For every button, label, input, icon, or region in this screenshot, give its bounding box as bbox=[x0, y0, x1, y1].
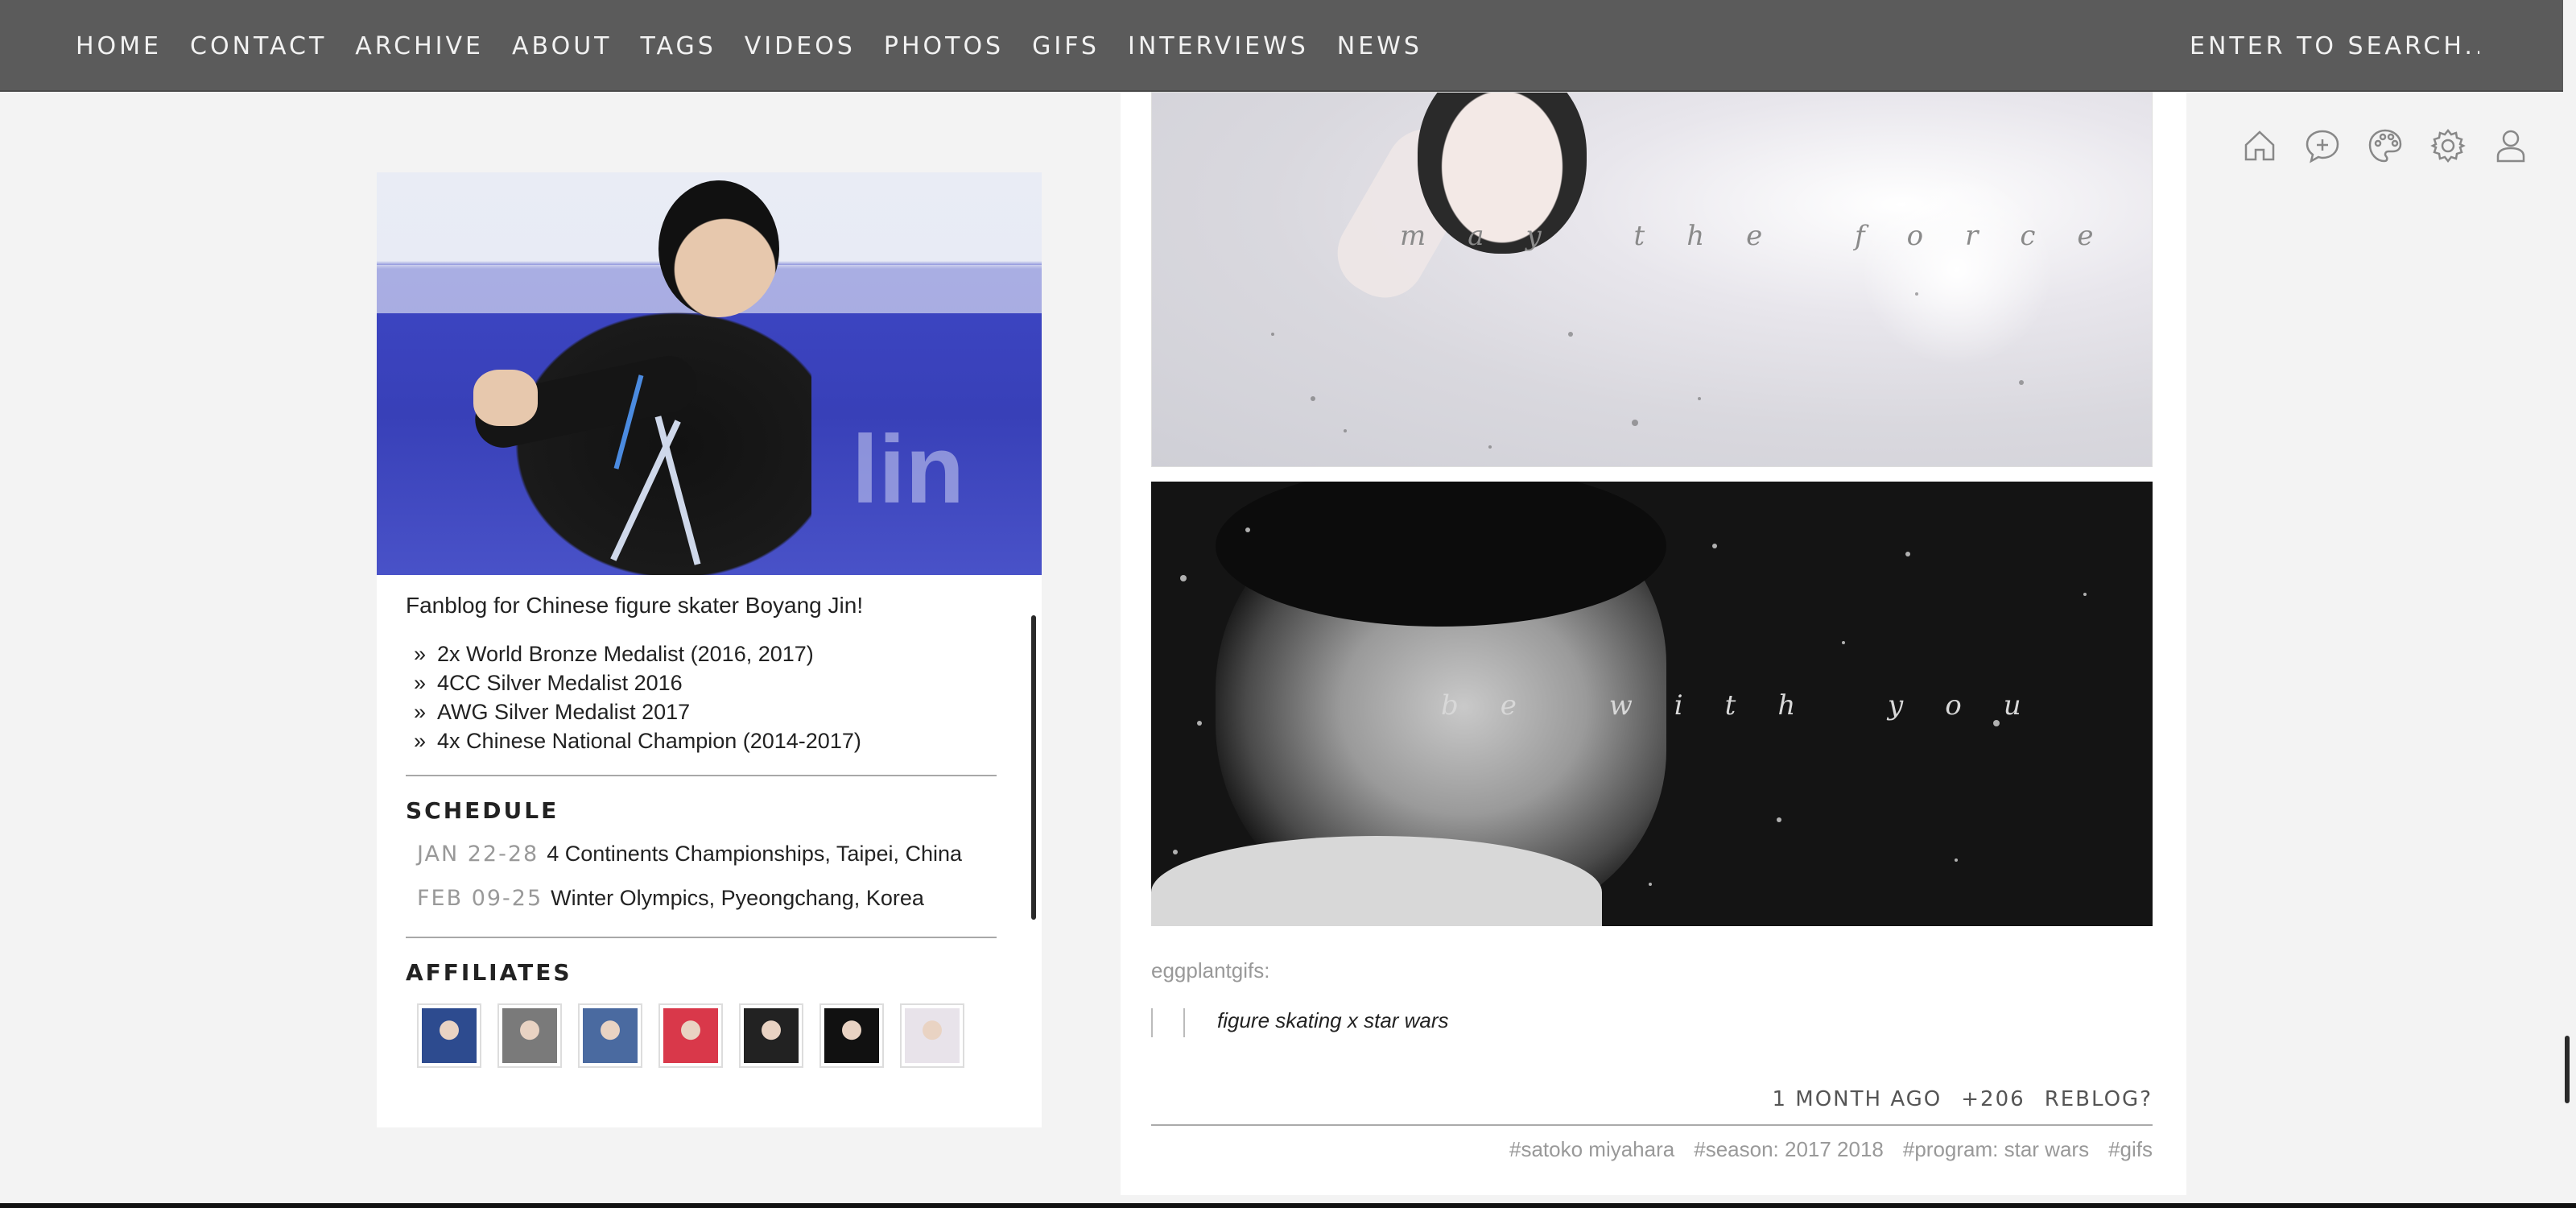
search-box bbox=[2190, 0, 2479, 92]
schedule-date: FEB 09-25 bbox=[417, 886, 543, 911]
sidebar-scrollbar[interactable] bbox=[1031, 615, 1036, 920]
nav-archive-link[interactable]: ARCHIVE bbox=[355, 32, 484, 60]
schedule-title: SCHEDULE bbox=[406, 797, 559, 824]
list-item: » 2x World Bronze Medalist (2016, 2017) bbox=[406, 639, 998, 668]
affiliates-grid bbox=[406, 1003, 998, 1068]
list-item: » 4CC Silver Medalist 2016 bbox=[406, 668, 998, 697]
divider bbox=[406, 937, 997, 938]
tag-link[interactable]: #season: 2017 2018 bbox=[1694, 1137, 1884, 1162]
nav-contact-link[interactable]: CONTACT bbox=[190, 32, 327, 60]
header-photo: lin bbox=[377, 172, 1042, 575]
list-item: » 4x Chinese National Champion (2014-2017… bbox=[406, 726, 998, 755]
affiliates-title: AFFILIATES bbox=[406, 959, 572, 986]
tag-link[interactable]: #satoko miyahara bbox=[1509, 1137, 1674, 1162]
gif-caption: may the force bbox=[1400, 220, 2136, 252]
blog-description: Fanblog for Chinese figure skater Boyang… bbox=[406, 593, 864, 618]
post-gif-bottom: be with you bbox=[1151, 482, 2153, 926]
affiliate-avatar[interactable] bbox=[658, 1003, 723, 1068]
top-navigation-bar: HOME CONTACT ARCHIVE ABOUT TAGS VIDEOS P… bbox=[0, 0, 2563, 92]
bullet-glyph: » bbox=[414, 642, 427, 666]
settings-icon[interactable] bbox=[2429, 127, 2467, 164]
achievements-list: » 2x World Bronze Medalist (2016, 2017) »… bbox=[406, 639, 998, 755]
affiliate-avatar[interactable] bbox=[739, 1003, 803, 1068]
nav-news-link[interactable]: NEWS bbox=[1337, 32, 1422, 60]
reblog-source-link[interactable]: eggplantgifs bbox=[1151, 958, 1264, 983]
account-icon[interactable] bbox=[2492, 127, 2529, 164]
post-tags: #satoko miyahara #season: 2017 2018 #pro… bbox=[1509, 1137, 2153, 1162]
achievement-text: 2x World Bronze Medalist (2016, 2017) bbox=[437, 642, 814, 666]
tag-link[interactable]: #program: star wars bbox=[1903, 1137, 2089, 1162]
sidebar: lin Fanblog for Chinese figure skater Bo… bbox=[377, 172, 1042, 1127]
nav-interviews-link[interactable]: INTERVIEWS bbox=[1128, 32, 1309, 60]
page-scrollbar[interactable] bbox=[2565, 1036, 2570, 1103]
sparkle-overlay bbox=[1271, 292, 2024, 449]
palette-icon[interactable] bbox=[2367, 127, 2404, 164]
nav-gifs-link[interactable]: GIFS bbox=[1032, 32, 1100, 60]
sidebar-content: Fanblog for Chinese figure skater Boyang… bbox=[377, 575, 1042, 1068]
gif-caption: be with you bbox=[1441, 689, 2063, 722]
achievement-text: 4x Chinese National Champion (2014-2017) bbox=[437, 729, 861, 753]
new-post-icon[interactable] bbox=[2304, 127, 2341, 164]
schedule-row: JAN 22-28 4 Continents Championships, Ta… bbox=[406, 842, 998, 867]
schedule-date: JAN 22-28 bbox=[417, 842, 539, 867]
post-date-link[interactable]: 1 MONTH AGO bbox=[1772, 1087, 1942, 1111]
affiliate-avatar[interactable] bbox=[819, 1003, 884, 1068]
reblog-button[interactable]: REBLOG? bbox=[2045, 1087, 2153, 1111]
notes-count-link[interactable]: +206 bbox=[1961, 1087, 2025, 1111]
achievement-text: 4CC Silver Medalist 2016 bbox=[437, 671, 683, 695]
schedule-row: FEB 09-25 Winter Olympics, Pyeongchang, … bbox=[406, 886, 998, 911]
meta-divider bbox=[1151, 1124, 2153, 1126]
bullet-glyph: » bbox=[414, 700, 427, 724]
schedule-event: 4 Continents Championships, Taipei, Chin… bbox=[547, 842, 963, 866]
affiliate-avatar[interactable] bbox=[417, 1003, 481, 1068]
list-item: » AWG Silver Medalist 2017 bbox=[406, 697, 998, 726]
achievement-text: AWG Silver Medalist 2017 bbox=[437, 700, 691, 724]
nav-home-link[interactable]: HOME bbox=[76, 32, 162, 60]
affiliate-avatar[interactable] bbox=[578, 1003, 642, 1068]
nav-videos-link[interactable]: VIDEOS bbox=[745, 32, 856, 60]
reblog-source: eggplantgifs: bbox=[1151, 958, 1269, 983]
search-input[interactable] bbox=[2190, 31, 2479, 60]
post-gif-top: may the force bbox=[1151, 92, 2153, 467]
tumblr-controls bbox=[2241, 127, 2529, 164]
bullet-glyph: » bbox=[414, 729, 427, 753]
post: may the force be with you eggplantgifs: … bbox=[1121, 92, 2186, 1195]
reblog-source-colon: : bbox=[1264, 958, 1270, 983]
nav-tags-link[interactable]: TAGS bbox=[640, 32, 716, 60]
affiliate-avatar[interactable] bbox=[900, 1003, 964, 1068]
post-meta: 1 MONTH AGO +206 REBLOG? bbox=[1772, 1087, 2153, 1111]
divider bbox=[406, 775, 997, 776]
nav-about-link[interactable]: ABOUT bbox=[512, 32, 612, 60]
quote-text: figure skating x star wars bbox=[1217, 1008, 1449, 1032]
window-bottom-edge bbox=[0, 1203, 2576, 1208]
affiliate-avatar[interactable] bbox=[497, 1003, 562, 1068]
schedule-event: Winter Olympics, Pyeongchang, Korea bbox=[551, 886, 924, 910]
home-icon[interactable] bbox=[2241, 127, 2278, 164]
nav-photos-link[interactable]: PHOTOS bbox=[884, 32, 1004, 60]
reblog-quote: figure skating x star wars bbox=[1151, 1008, 1449, 1037]
bullet-glyph: » bbox=[414, 671, 427, 695]
tag-link[interactable]: #gifs bbox=[2108, 1137, 2153, 1162]
main-nav: HOME CONTACT ARCHIVE ABOUT TAGS VIDEOS P… bbox=[76, 0, 1451, 92]
